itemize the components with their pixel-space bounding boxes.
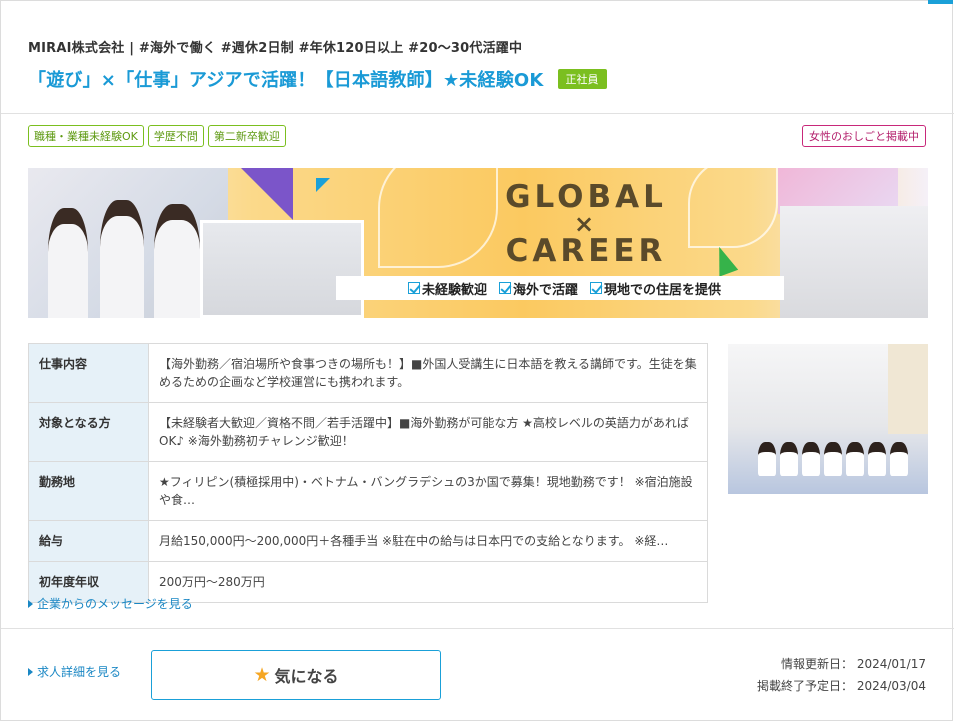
job-header: MIRAI株式会社 | #海外で働く #週休2日制 #年休120日以上 #20～…	[28, 37, 928, 92]
banner-photo-classroom	[200, 220, 364, 318]
tag-list: 職種・業種未経験OK 学歴不問 第二新卒歓迎	[28, 125, 286, 147]
banner-photo-group	[780, 206, 928, 318]
job-detail-link[interactable]: 求人詳細を見る	[28, 663, 121, 680]
detail-value: 月給150,000円～200,000円＋各種手当 ※駐在中の給与は日本円での支給…	[148, 520, 708, 562]
card-accent	[928, 0, 953, 4]
banner-check-strip: 未経験歓迎 海外で活躍 現地での住居を提供	[336, 276, 784, 300]
checkbox-icon	[590, 282, 603, 294]
job-title[interactable]: 「遊び」×「仕事」アジアで活躍！【日本語教師】★未経験OK	[28, 66, 544, 92]
banner-photo-teachers	[28, 168, 228, 318]
table-row: 仕事内容 【海外勤務／宿泊場所や食事つきの場所も！】■外国人受講生に日本語を教え…	[28, 343, 708, 403]
updated-date: 情報更新日： 2024/01/17	[780, 657, 926, 671]
detail-label: 勤務地	[28, 461, 149, 521]
tag-item: 学歴不問	[147, 125, 204, 147]
footer-divider	[1, 628, 954, 629]
detail-label: 給与	[28, 520, 149, 562]
detail-value: 【海外勤務／宿泊場所や食事つきの場所も！】■外国人受講生に日本語を教える講師です…	[148, 343, 708, 403]
detail-value: 200万円～280万円	[148, 561, 708, 603]
triangle-right-icon	[28, 667, 33, 676]
tag-item: 第二新卒歓迎	[207, 125, 286, 147]
checkbox-icon	[408, 282, 420, 294]
workplace-photo	[728, 344, 928, 494]
banner-check-item: 未経験歓迎	[408, 279, 487, 298]
table-row: 給与 月給150,000円～200,000円＋各種手当 ※駐在中の給与は日本円で…	[28, 520, 708, 562]
favorite-label: 気になる	[274, 667, 339, 686]
banner-check-item: 海外で活躍	[499, 279, 578, 298]
favorite-button[interactable]: ★ 気になる	[151, 650, 441, 700]
table-row: 対象となる方 【未経験者大歓迎／資格不問／若手活躍中】■海外勤務が可能な方 ★高…	[28, 402, 708, 462]
job-banner-image: GLOBAL × CAREER 未経験歓迎 海外で活躍 現地での住居を提供	[28, 168, 928, 318]
company-message-link[interactable]: 企業からのメッセージを見る	[28, 595, 193, 612]
detail-value: 【未経験者大歓迎／資格不問／若手活躍中】■海外勤務が可能な方 ★高校レベルの英語…	[148, 402, 708, 462]
detail-label: 対象となる方	[28, 402, 149, 462]
banner-check-item: 現地での住居を提供	[590, 279, 721, 298]
table-row: 勤務地 ★フィリピン(積極採用中)・ベトナム・バングラデシュの3か国で募集！現地…	[28, 461, 708, 521]
job-card: MIRAI株式会社 | #海外で働く #週休2日制 #年休120日以上 #20～…	[0, 0, 954, 721]
banner-title: GLOBAL × CAREER	[505, 179, 667, 269]
company-tags: MIRAI株式会社 | #海外で働く #週休2日制 #年休120日以上 #20～…	[28, 41, 523, 56]
detail-value: ★フィリピン(積極採用中)・ベトナム・バングラデシュの3か国で募集！現地勤務です…	[148, 461, 708, 521]
header-divider	[1, 113, 954, 114]
end-date: 掲載終了予定日： 2024/03/04	[756, 679, 926, 693]
posting-dates: 情報更新日： 2024/01/17 掲載終了予定日： 2024/03/04	[757, 653, 926, 697]
triangle-right-icon	[28, 599, 33, 608]
checkbox-icon	[499, 282, 512, 294]
star-icon: ★	[253, 663, 271, 686]
employment-badge: 正社員	[557, 69, 607, 89]
tag-item: 職種・業種未経験OK	[28, 125, 144, 147]
detail-label: 仕事内容	[28, 343, 149, 403]
job-detail-table: 仕事内容 【海外勤務／宿泊場所や食事つきの場所も！】■外国人受講生に日本語を教え…	[28, 343, 708, 603]
women-job-tag: 女性のおしごと掲載中	[802, 125, 926, 147]
title-row: 「遊び」×「仕事」アジアで活躍！【日本語教師】★未経験OK 正社員	[28, 66, 928, 92]
